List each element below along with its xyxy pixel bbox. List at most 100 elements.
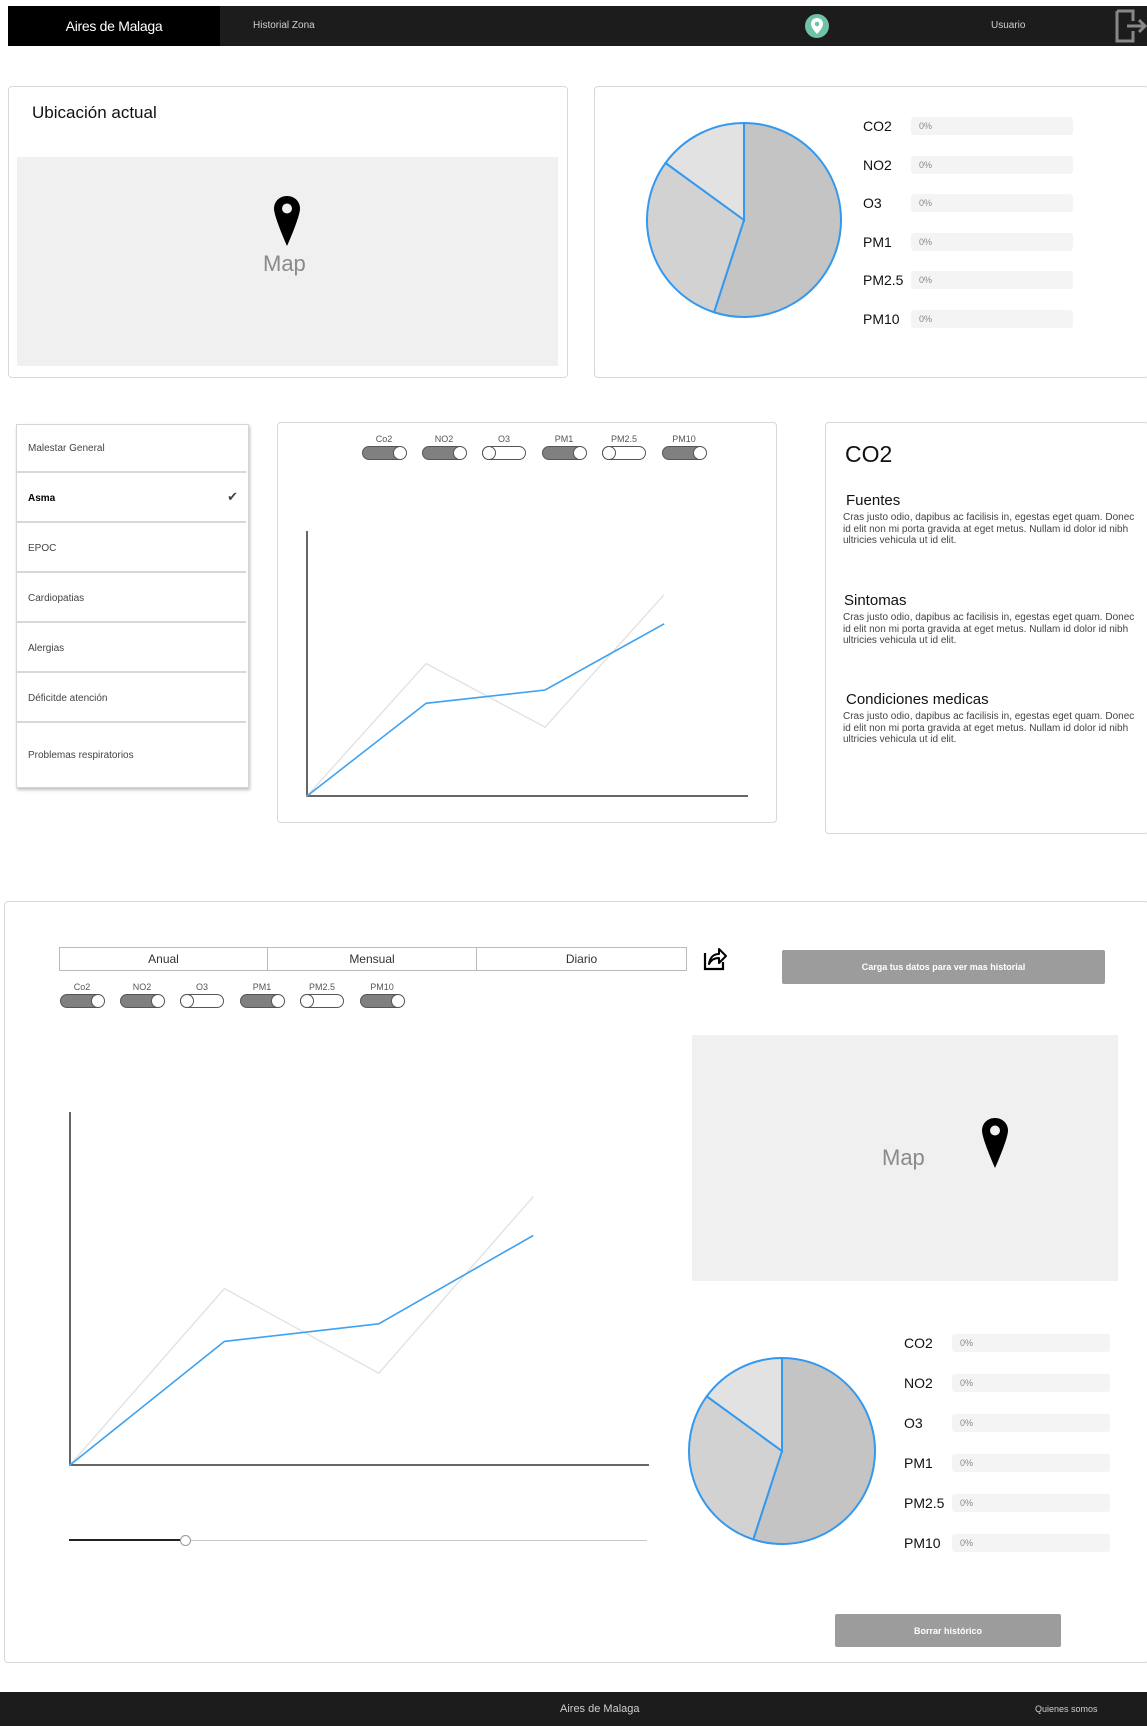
toggle-label: NO2 [132, 982, 152, 992]
legend-label: O3 [904, 1415, 923, 1431]
menu-item-epoc[interactable]: EPOC [17, 525, 246, 573]
menu-item-asma[interactable]: Asma ✔ [17, 475, 246, 523]
footer-quienes-somos-link[interactable]: Quienes somos [1035, 1692, 1098, 1726]
legend-label: PM10 [863, 310, 900, 327]
toggle-label: PM1 [252, 982, 272, 992]
toggle-no2[interactable]: NO2 [420, 434, 468, 465]
period-diario-tab[interactable]: Diario [477, 947, 687, 971]
toggle-label: PM2.5 [308, 982, 335, 992]
legend-value-bar: 0% [952, 1414, 1110, 1432]
menu-item-d-ficitde-atenci-n[interactable]: Déficitde atención [17, 675, 246, 723]
toggle-switch[interactable] [481, 445, 526, 460]
map-placeholder[interactable]: Map [17, 157, 558, 366]
clear-history-button[interactable]: Borrar histórico [835, 1614, 1061, 1647]
top-legend-row: PM1 0% [863, 232, 1073, 253]
menu-item-malestar-general[interactable]: Malestar General [17, 425, 246, 473]
location-pin-icon[interactable] [805, 14, 829, 38]
history-card: Anual Mensual Diario Carga tus datos par… [4, 901, 1147, 1663]
toggle-label: Co2 [375, 434, 393, 444]
menu-item-label: Déficitde atención [28, 692, 108, 704]
toggle-switch[interactable] [422, 445, 467, 460]
toggle-switch[interactable] [299, 993, 344, 1008]
nav-usuario[interactable]: Usuario [991, 6, 1025, 46]
toggle-label: Co2 [73, 982, 91, 992]
time-slider[interactable] [69, 1534, 647, 1548]
history-line-chart [69, 1112, 649, 1466]
toggle-co2[interactable]: Co2 [58, 982, 106, 1013]
upload-data-button[interactable]: Carga tus datos para ver mas historial [782, 950, 1105, 984]
top-legend-row: PM10 0% [863, 309, 1073, 330]
history-map-label: Map [882, 1145, 925, 1170]
menu-item-label: Problemas respiratorios [28, 749, 134, 761]
menu-item-cardiopatias[interactable]: Cardiopatias [17, 575, 246, 623]
legend-value-bar: 0% [911, 232, 1073, 251]
toggle-co2[interactable]: Co2 [360, 434, 408, 465]
pollutant-summary-card: CO2 0% NO2 0% O3 0% PM1 0% PM2.5 0% PM10 0% [594, 86, 1147, 378]
legend-value-bar: 0% [952, 1374, 1110, 1392]
toggle-label: PM10 [672, 434, 696, 444]
toggle-pm25[interactable]: PM2.5 [600, 434, 648, 465]
toggle-knob [390, 993, 405, 1008]
legend-label: CO2 [904, 1335, 933, 1351]
history-map-pin-icon [981, 1117, 1009, 1174]
history-map-placeholder[interactable]: Map [692, 1035, 1118, 1281]
toggle-knob [179, 993, 194, 1008]
toggle-label: NO2 [434, 434, 454, 444]
toggle-o3[interactable]: O3 [178, 982, 226, 1013]
toggle-label: O3 [195, 982, 208, 992]
slider-handle[interactable] [179, 1535, 191, 1546]
legend-label: PM2.5 [863, 272, 904, 288]
toggle-pm25[interactable]: PM2.5 [298, 982, 346, 1013]
toggle-pm10[interactable]: PM10 [660, 434, 708, 465]
top-legend-row: PM2.5 0% [863, 271, 1073, 291]
series-line [306, 594, 665, 797]
line-chart [306, 531, 748, 797]
info-heading-condiciones: Condiciones medicas [846, 691, 989, 708]
series-line [69, 1196, 534, 1466]
toggle-switch[interactable] [360, 993, 405, 1008]
toggle-switch[interactable] [542, 445, 587, 460]
toggle-switch[interactable] [60, 993, 105, 1008]
map-pin-icon [273, 195, 301, 252]
bottom-legend-row: PM2.5 0% [904, 1494, 1110, 1514]
info-text-sintomas: Cras justo odio, dapibus ac facilisis in… [843, 612, 1135, 646]
legend-value-bar: 0% [911, 309, 1073, 328]
menu-item-alergias[interactable]: Alergias [17, 625, 246, 673]
pollutant-toggles: Co2 NO2 O3 PM1 PM2.5 PM10 [360, 434, 708, 465]
toggle-switch[interactable] [179, 993, 224, 1008]
toggle-knob [270, 993, 285, 1008]
toggle-o3[interactable]: O3 [480, 434, 528, 465]
toggle-switch[interactable] [240, 993, 285, 1008]
toggle-pm1[interactable]: PM1 [238, 982, 286, 1013]
bottom-legend-row: NO2 0% [904, 1374, 1110, 1394]
toggle-switch[interactable] [362, 445, 407, 460]
toggle-pm1[interactable]: PM1 [540, 434, 588, 465]
footer-brand: Aires de Malaga [560, 1703, 640, 1715]
toggle-switch[interactable] [662, 445, 707, 460]
toggle-switch[interactable] [601, 445, 646, 460]
bottom-legend-row: PM1 0% [904, 1454, 1110, 1474]
toggle-pm10[interactable]: PM10 [358, 982, 406, 1013]
series-line [69, 1234, 534, 1466]
top-legend-row: O3 0% [863, 194, 1073, 214]
period-mensual-tab[interactable]: Mensual [268, 947, 477, 971]
logout-icon[interactable] [1113, 8, 1147, 44]
toggle-knob [150, 993, 165, 1008]
legend-label: O3 [863, 195, 882, 211]
legend-value-bar: 0% [911, 194, 1073, 212]
toggle-switch[interactable] [120, 993, 165, 1008]
toggle-knob [90, 993, 105, 1008]
share-icon[interactable] [702, 944, 728, 977]
toggle-label: PM1 [554, 434, 574, 444]
toggle-no2[interactable]: NO2 [118, 982, 166, 1013]
pie-chart [646, 121, 842, 318]
info-title: CO2 [845, 441, 893, 467]
menu-item-problemas-respiratorios[interactable]: Problemas respiratorios [17, 725, 246, 785]
legend-label: CO2 [863, 118, 892, 134]
period-anual-tab[interactable]: Anual [59, 947, 268, 971]
toggle-label: PM10 [370, 982, 394, 992]
brand-logo[interactable]: Aires de Malaga [8, 6, 220, 46]
menu-item-label: Alergias [28, 642, 65, 654]
conditions-menu: Malestar General Asma ✔ EPOC Cardiopatias Ale… [16, 424, 249, 788]
nav-historial-zona[interactable]: Historial Zona [253, 6, 315, 46]
